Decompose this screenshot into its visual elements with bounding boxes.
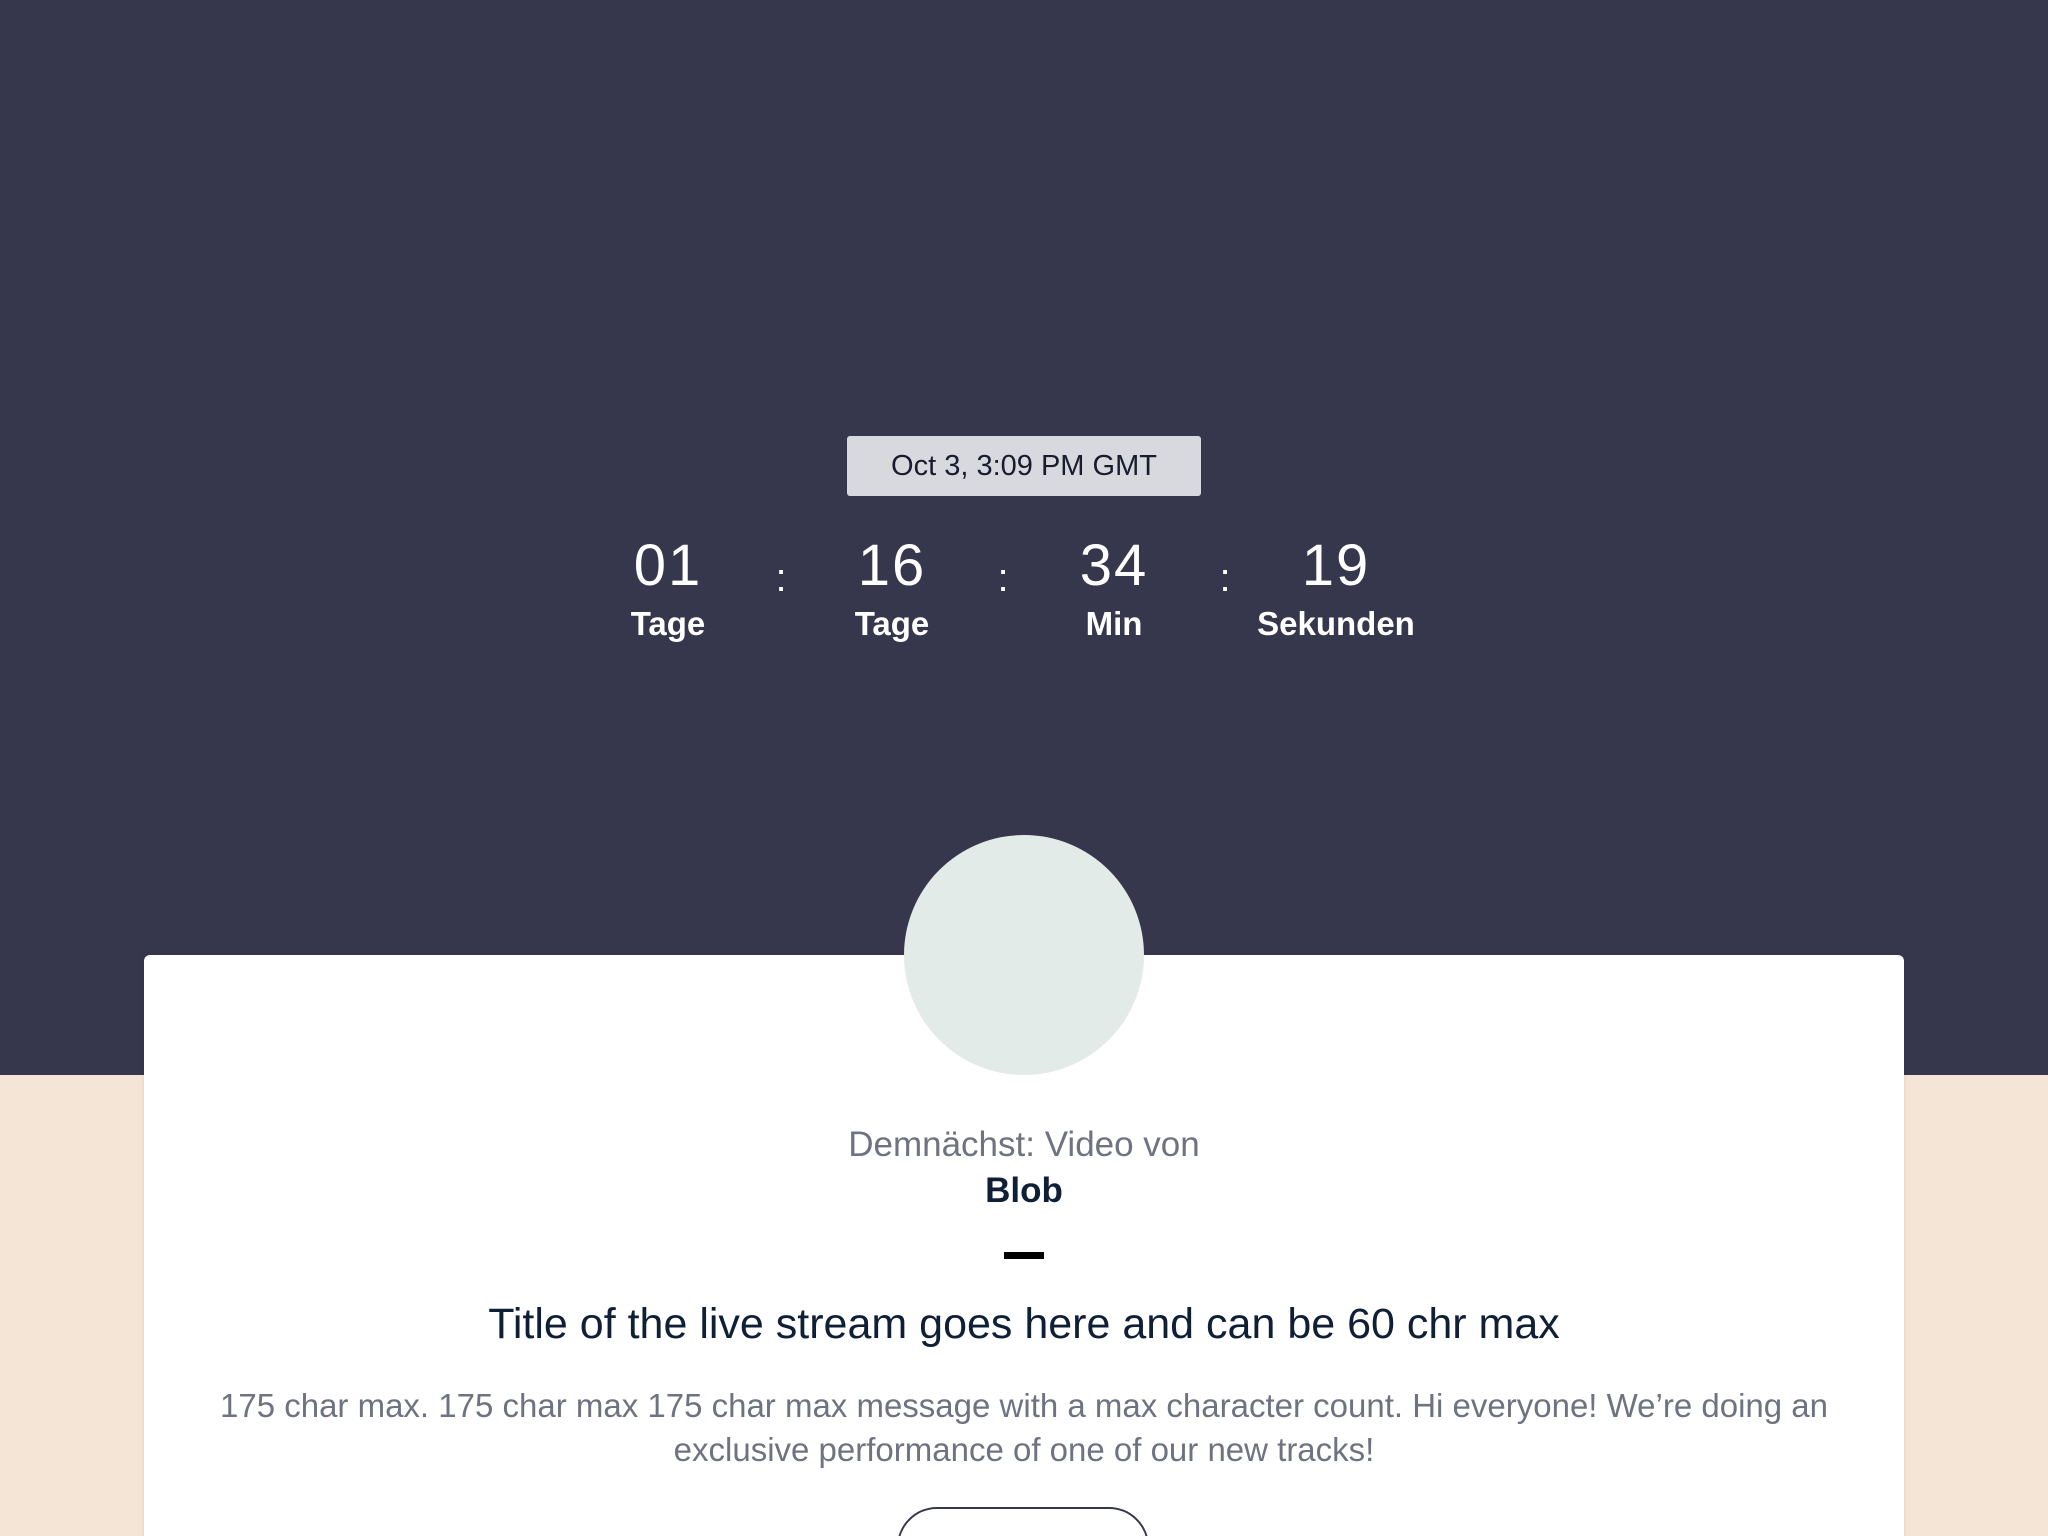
countdown-unit-days: 01 Tage [558, 528, 778, 644]
countdown-value: 01 [633, 533, 703, 598]
creator-name: Blob [985, 1171, 1063, 1210]
avatar [904, 835, 1144, 1075]
countdown-label: Tage [854, 605, 930, 642]
event-date-badge: Oct 3, 3:09 PM GMT [847, 436, 1201, 496]
countdown-label: Min [1085, 605, 1143, 642]
divider [1004, 1252, 1044, 1259]
countdown-value: 19 [1301, 533, 1371, 598]
upcoming-label: Demnächst: Video von [848, 1125, 1200, 1164]
countdown-label: Sekunden [1257, 605, 1415, 642]
countdown-unit-hours: 16 Tage [782, 528, 1002, 644]
countdown-value: 34 [1079, 533, 1149, 598]
stream-title: Title of the live stream goes here and c… [488, 1300, 1560, 1348]
countdown-value: 16 [857, 533, 927, 598]
countdown-unit-minutes: 34 Min [1004, 528, 1224, 644]
stream-message: 175 char max. 175 char max 175 char max … [219, 1387, 1828, 1468]
action-button[interactable] [897, 1507, 1149, 1536]
countdown-unit-seconds: 19 Sekunden [1226, 528, 1446, 644]
countdown-label: Tage [630, 605, 706, 642]
countdown-timer: 01 Tage : 16 Tage : 34 Min : 19 Sekunden [0, 528, 2048, 648]
